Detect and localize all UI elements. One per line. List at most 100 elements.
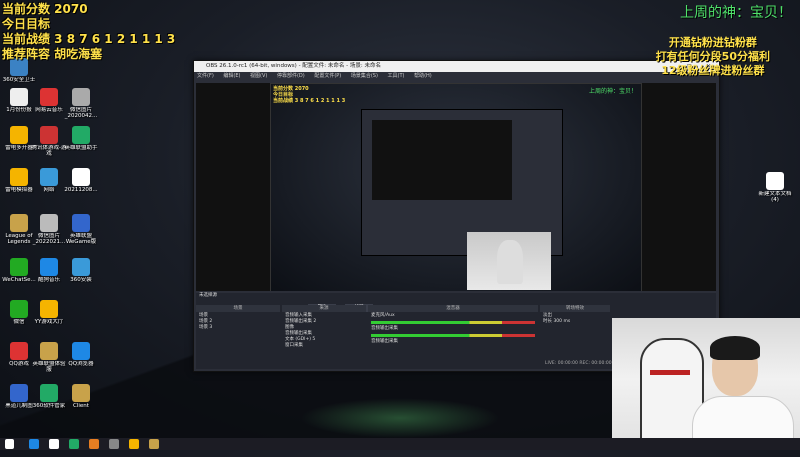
nested-record: 当前战绩 3 8 7 6 1 2 1 1 1 3 [273,98,346,104]
desktop-icon[interactable]: YY游戏大厅 [30,300,68,325]
app-icon [40,168,58,186]
app-icon [40,214,58,232]
app-icon [10,126,28,144]
obs-menu-bar: 文件(F) 编辑(E) 视图(V) 停靠部件(D) 配置文件(P) 场景集合(S… [194,72,719,80]
desktop-icon[interactable]: 微信图片_2020042... [62,88,100,119]
fan-perks-overlay: 开通钻粉进钻粉群 打有任何分段50分福利 12级粉丝牌进粉丝群 [656,36,770,78]
mixer-dock: 混音器 麦克风/Aux 音频输出采集 音频输出采集 [368,305,538,367]
app-icon [72,168,90,186]
taskbar-app-icon[interactable] [29,439,40,449]
nested-desktop-capture: 当前分数 2070 今日目标 当前战绩 3 8 7 6 1 2 1 1 1 3 … [270,83,642,291]
current-score: 当前分数 2070 [2,2,88,16]
nested-webcam [467,232,551,290]
app-icon [72,126,90,144]
sources-dock: 来源 音频输入采集 音频输出采集 2 图像 音频输出采集 文本 (GDI+) 5… [282,305,366,367]
desktop-icon-label: Client [73,403,89,409]
obs-title-text: OBS 26.1.0-rc1 (64-bit, windows) - 配置文件:… [206,63,381,69]
menu-tools[interactable]: 工具(T) [388,73,405,79]
app-icon [10,168,28,186]
no-source-label: 未选择源 [199,293,217,298]
desktop-icon[interactable]: 20211208... [62,168,100,193]
taskbar-app-icon[interactable] [89,439,100,449]
desktop-icon-label: 英雄联盟助手 [64,145,98,151]
perk-line: 12级粉丝牌进粉丝群 [661,64,765,77]
obs-preview[interactable]: 当前分数 2070 今日目标 当前战绩 3 8 7 6 1 2 1 1 1 3 … [196,83,716,291]
app-icon [40,342,58,360]
desktop-icon-label: 20211208... [64,187,98,193]
desktop-icon-label: YY游戏大厅 [34,319,64,325]
volume-meter[interactable] [371,321,535,324]
app-icon [72,214,90,232]
desktop-icon-label: QQ浏览器 [68,361,94,367]
taskbar-app-icon[interactable] [149,439,160,449]
menu-view[interactable]: 视图(V) [250,73,267,79]
mixer-channel-label: 麦克风/Aux [371,313,395,318]
taskbar [0,438,800,450]
transitions-dock: 转场特效 淡出 时长 300 ms [540,305,610,367]
volume-meter[interactable] [371,334,535,337]
desktop-icon[interactable]: 新建文本文档 (4) [756,172,794,203]
app-icon [40,258,58,276]
obs-title-bar[interactable]: OBS 26.1.0-rc1 (64-bit, windows) - 配置文件:… [194,61,719,72]
sources-header: 来源 [282,305,366,312]
desktop-icon[interactable]: 英雄联盟 WeGame版 [62,214,100,245]
scenes-dock: 场景 场景 场景 2 场景 3 [196,305,280,367]
desktop-icon[interactable]: Client [62,384,100,409]
app-icon [72,258,90,276]
desktop-icon-label: 英雄联盟 WeGame版 [65,233,97,245]
duration-field[interactable]: 300 ms [553,319,570,324]
app-icon [40,384,58,402]
taskbar-app-icon[interactable] [49,439,60,449]
perk-line: 打有任何分段50分福利 [655,50,770,63]
source-item[interactable]: 窗口采集 [282,343,366,349]
menu-profile[interactable]: 配置文件(P) [314,73,341,79]
app-icon [10,342,28,360]
app-icon [72,342,90,360]
app-icon [10,258,28,276]
duration-label: 时长 [543,319,552,324]
webcam-overlay [612,318,800,440]
nested-preview [372,120,512,200]
menu-file[interactable]: 文件(F) [197,73,214,79]
taskbar-app-icon[interactable] [129,439,140,449]
menu-docks[interactable]: 停靠部件(D) [277,73,305,79]
app-icon [40,126,58,144]
taskbar-app-icon[interactable] [109,439,120,449]
desktop-icon-label: 360安全卫士 [2,77,36,83]
desktop-icon-label: 360安装 [70,277,92,283]
scenes-header: 场景 [196,305,280,312]
mixer-channel-label: 音频输出采集 [371,339,398,344]
desktop-icon[interactable]: 360安装 [62,258,100,283]
streamer-hair [710,336,760,360]
perk-line: 开通钻粉进钻粉群 [668,36,757,49]
nested-title: 上周的神：宝贝！ [588,88,637,95]
app-icon [10,88,28,106]
app-icon [10,300,28,318]
desktop-icon-label: 新建文本文档 (4) [758,191,792,203]
start-button-icon[interactable] [5,439,14,449]
app-icon [40,300,58,318]
app-icon [40,88,58,106]
app-icon [72,88,90,106]
desktop-icon[interactable]: 英雄联盟助手 [62,126,100,151]
menu-edit[interactable]: 编辑(E) [223,73,240,79]
desktop-icon-label: 微信图片_2020042... [64,107,98,119]
mixer-header: 混音器 [368,305,538,312]
app-icon [766,172,784,190]
app-icon [72,384,90,402]
streamer-shirt [692,396,794,440]
transitions-header: 转场特效 [540,305,610,312]
current-record: 当前战绩 3 8 7 6 1 2 1 1 1 3 [2,32,176,46]
scene-item[interactable]: 场景 3 [196,325,280,331]
daily-goal: 今日目标 [2,17,51,31]
menu-help[interactable]: 帮助(H) [414,73,432,79]
recommended-lineup: 推荐阵容 胡吃海塞 [2,47,103,61]
desktop-icon[interactable]: QQ浏览器 [62,342,100,367]
app-icon [10,214,28,232]
menu-scene-collection[interactable]: 场景集合(S) [351,73,378,79]
stream-overlay-stats: 当前分数 2070 今日目标 当前战绩 3 8 7 6 1 2 1 1 1 3 … [2,2,175,62]
wallpaper-glow [300,398,500,438]
mixer-channel-label: 音频输出采集 [371,326,398,331]
app-icon [10,384,28,402]
taskbar-app-icon[interactable] [69,439,80,449]
